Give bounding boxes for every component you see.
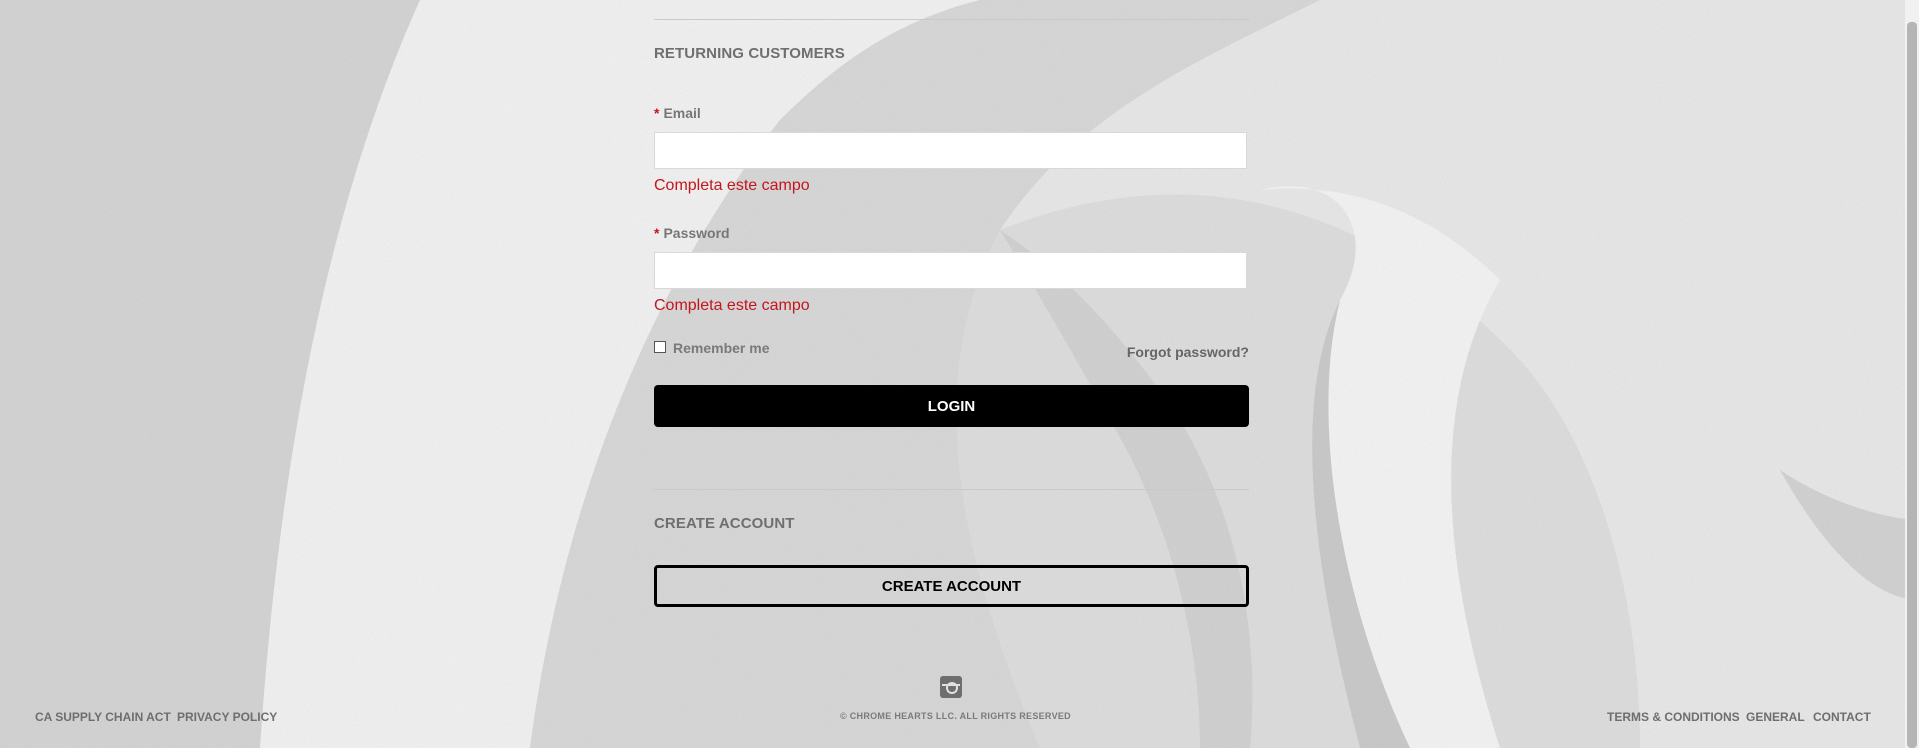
password-label-text: Password: [663, 225, 730, 241]
scrollbar-thumb[interactable]: [1907, 22, 1917, 748]
email-label-text: Email: [663, 105, 701, 121]
email-error: Completa este campo: [654, 177, 810, 194]
login-button[interactable]: LOGIN: [654, 385, 1249, 427]
section-divider: [654, 489, 1249, 490]
footer-link-ca-supply-chain-act[interactable]: CA SUPPLY CHAIN ACT: [35, 710, 171, 724]
footer-link-terms[interactable]: TERMS & CONDITIONS: [1607, 710, 1740, 724]
copyright-text: © CHROME HEARTS LLC. ALL RIGHTS RESERVED: [840, 711, 1071, 721]
required-marker: *: [654, 225, 660, 241]
password-field[interactable]: [654, 252, 1247, 289]
top-divider: [654, 19, 1249, 20]
password-error: Completa este campo: [654, 297, 810, 314]
forgot-password-link[interactable]: Forgot password?: [1127, 344, 1249, 360]
remember-me-checkbox[interactable]: [654, 340, 666, 353]
create-account-heading: CREATE ACCOUNT: [654, 515, 795, 532]
remember-me-label: Remember me: [673, 340, 770, 356]
create-account-button[interactable]: CREATE ACCOUNT: [654, 565, 1249, 607]
required-marker: *: [654, 105, 660, 121]
footer-link-contact[interactable]: CONTACT: [1813, 710, 1871, 724]
remember-me[interactable]: Remember me: [654, 337, 770, 356]
email-field[interactable]: [654, 132, 1247, 169]
instagram-icon[interactable]: [940, 676, 962, 698]
password-label: * Password: [654, 225, 730, 241]
footer-link-general[interactable]: GENERAL: [1746, 710, 1805, 724]
email-label: * Email: [654, 105, 701, 121]
returning-customers-heading: RETURNING CUSTOMERS: [654, 45, 845, 62]
footer-link-privacy-policy[interactable]: PRIVACY POLICY: [177, 710, 277, 724]
